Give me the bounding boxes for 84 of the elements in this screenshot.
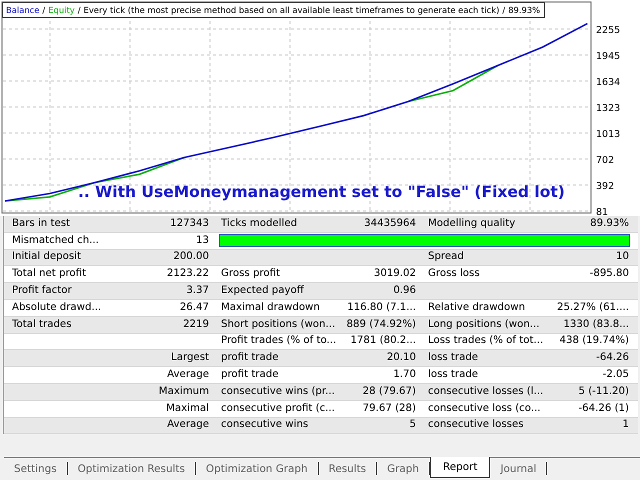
table-cell-text: Average [166,368,210,382]
tab[interactable]: Journal [490,462,548,475]
table-cell-text: loss trade [427,368,480,382]
table-cell-text: 200.00 [172,250,210,264]
table-cell-text: consecutive losses (l... [427,384,544,399]
table-cell-text: consecutive wins [220,418,310,432]
table-cell-text: consecutive losses [427,418,525,432]
chart-caption: .. With UseMoneymanagement set to "False" (Fixed lot) [78,182,565,202]
table-cell-text: 5 (-11.20) [577,384,630,399]
table-cell-text: Relative drawdown [427,300,526,315]
table-cell-text: 25.27% (61.... [556,300,630,315]
y-tick-label: 1013 [596,129,620,140]
table-cell-text: -64.26 (1) [577,402,630,416]
table-cell-text: -895.80 [588,267,630,282]
y-tick-label: 2255 [596,25,620,36]
y-tick-label: 1634 [596,77,620,88]
table-cell-text: 89.93% [589,216,630,231]
table-cell-text: Profit factor [11,284,73,298]
table-cell-text: 1.70 [392,368,417,382]
table-cell-text: 28 (79.67) [362,384,417,399]
table-cell-text: Ticks modelled [220,216,298,231]
tab[interactable]: Settings [4,462,68,475]
legend-text: Every tick (the most precise method based on all available least timeframes to generate each tick) [84,4,500,16]
table-cell-text: 889 (74.92%) [346,318,417,332]
table-cell-text: Largest [170,351,210,366]
legend-text: Equity [48,4,75,16]
table-cell-text: Expected payoff [220,284,305,298]
table-cell-text: Total trades [11,318,72,332]
table-cell-text: Maximum [158,384,210,399]
table-cell-text: consecutive profit (c... [220,402,333,416]
table-cell-text: Long positions (won... [427,318,541,332]
y-tick-label: 1323 [596,103,620,114]
table-cell-text: 10 [615,250,630,264]
table-cell-text: 26.47 [178,300,210,315]
table-cell-text: Short positions (won... [220,318,333,332]
table-cell-text: 34435964 [363,216,417,231]
table-cell-text: Gross loss [427,267,481,282]
tab[interactable]: Optimization Graph [196,462,319,475]
table-cell-text: Maximal drawdown [220,300,321,315]
legend-text: / [42,4,46,16]
table-cell-text: 116.80 (7.1... [346,300,417,315]
table-cell-text: 127343 [169,216,210,231]
table-cell-text: 79.67 (28) [362,402,417,416]
table-cell-text: 20.10 [386,351,417,366]
legend-text: 89.93% [508,4,540,16]
table-cell-text: 1 [622,418,630,432]
y-tick-label: 81 [596,207,608,216]
legend-text: / [502,4,506,16]
y-tick-label: 1945 [596,51,620,62]
table-cell-text: Loss trades (% of tot... [427,334,544,348]
table-cell-text: Initial deposit [11,250,82,264]
table-cell-text: Average [166,418,210,432]
legend-text: / [78,4,81,16]
table-cell-text: 438 (19.74%) [558,334,630,348]
table-cell-text: 2219 [182,318,210,332]
table-cell-text: Absolute drawd... [11,300,102,315]
table-cell-text: 1330 (83.8... [562,318,630,332]
tab[interactable]: Optimization Results [68,462,196,475]
tab[interactable]: Results [318,462,378,475]
table-cell-text: 3019.02 [372,267,417,282]
y-tick-label: 392 [596,181,614,192]
table-cell-text: 3.37 [185,284,210,298]
table-cell-text: profit trade [220,351,280,366]
table-cell-text: -64.26 [595,351,630,366]
legend-text: Balance [6,4,40,16]
table-cell-text: 2123.22 [166,267,210,282]
table-cell-text: consecutive loss (co... [427,402,542,416]
table-cell-text: Gross profit [220,267,282,282]
table-cell-text: 0.96 [392,284,417,298]
table-cell-text: Total net profit [11,267,88,282]
table-cell-text: Maximal [165,402,210,416]
table-cell-text: Mismatched ch... [11,234,100,248]
table-cell-text: -2.05 [602,368,630,382]
table-cell-text: 13 [195,234,210,248]
table-cell-text: Modelling quality [427,216,516,231]
table-cell-text: profit trade [220,368,280,382]
table-cell-text: Spread [427,250,465,264]
tab[interactable]: Report [430,457,490,478]
table-cell-text: 5 [408,418,417,432]
y-tick-label: 702 [596,155,614,166]
table-cell-text: Profit trades (% of to... [220,334,333,348]
table-cell-text: loss trade [427,351,480,366]
table-cell-text: consecutive wins (pr... [220,384,333,399]
table-cell-text: Bars in test [11,216,72,231]
